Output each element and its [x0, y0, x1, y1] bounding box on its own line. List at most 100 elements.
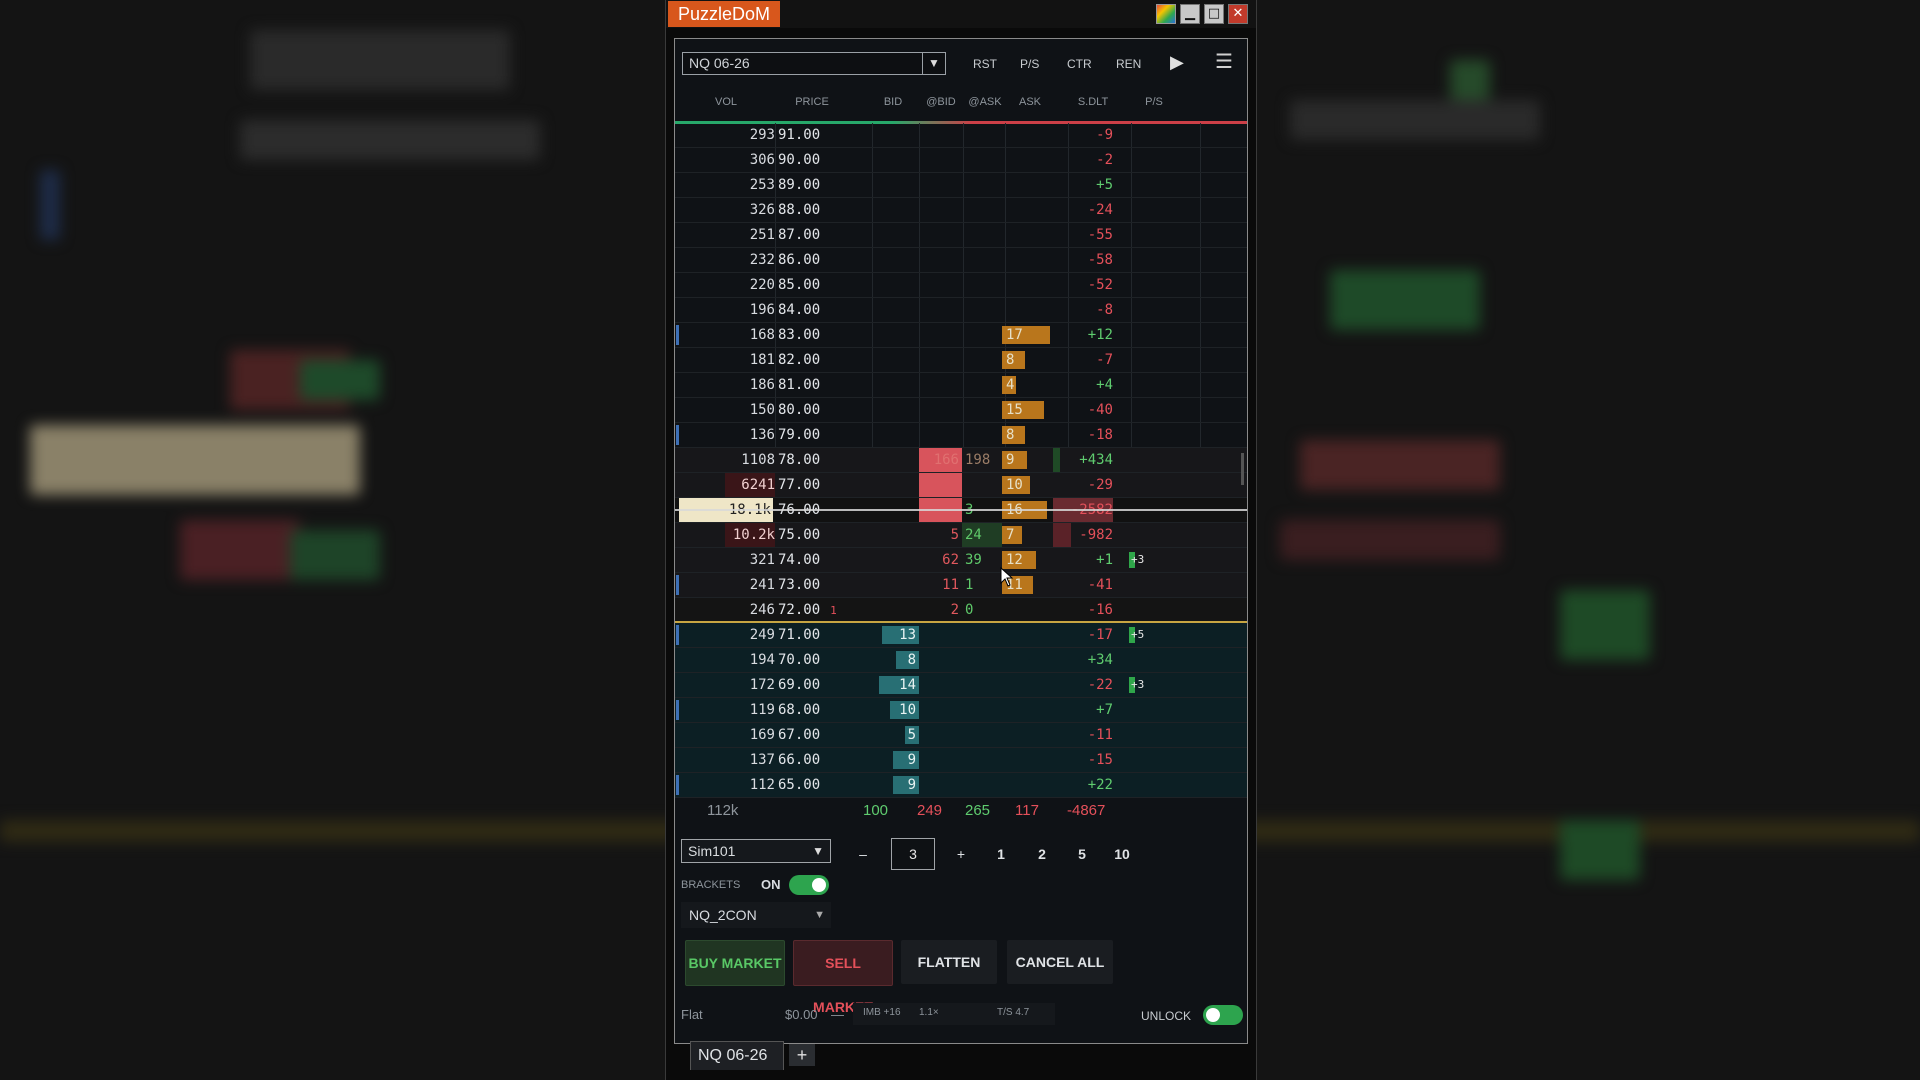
price-cell[interactable]: 72.00 1 [778, 598, 838, 622]
ladder-row[interactable]: 186 81.00 4 +4 [675, 373, 1247, 398]
price-cell[interactable]: 77.00 [778, 473, 838, 497]
bid-cell[interactable] [873, 448, 919, 472]
ladder-row[interactable]: 251 87.00 -55 [675, 223, 1247, 248]
header-ask[interactable]: ASK [1005, 94, 1055, 110]
bid-cell[interactable] [873, 248, 919, 272]
bid-cell[interactable] [873, 523, 919, 547]
instrument-selector[interactable]: NQ 06-26 ▼ [682, 52, 946, 75]
ren-button[interactable]: REN [1116, 56, 1141, 72]
bid-cell[interactable] [873, 373, 919, 397]
strategy-selector[interactable]: NQ_2CON ▼ [681, 902, 831, 928]
ladder-row[interactable]: 249 71.00 13 -17 +5 [675, 623, 1247, 648]
header-sdlt[interactable]: S.DLT [1063, 94, 1123, 110]
add-tab-button[interactable]: + [789, 1044, 815, 1066]
price-cell[interactable]: 83.00 [778, 323, 838, 347]
qty-preset-1[interactable]: 1 [991, 839, 1011, 869]
ladder-row[interactable]: 1108 78.00 166 198 9 +434 [675, 448, 1247, 473]
price-cell[interactable]: 89.00 [778, 173, 838, 197]
bid-cell[interactable] [873, 598, 919, 622]
ladder-row[interactable]: 241 73.00 11 1 11 -41 [675, 573, 1247, 598]
menu-icon[interactable]: ☰ [1215, 51, 1233, 73]
ladder-row[interactable]: 326 88.00 -24 [675, 198, 1247, 223]
title-bar[interactable]: PuzzleDoM ▁ □ ✕ [666, 0, 1256, 28]
bid-cell[interactable] [873, 173, 919, 197]
qty-preset-5[interactable]: 5 [1072, 839, 1092, 869]
account-selector[interactable]: Sim101 ▼ [681, 839, 831, 863]
price-cell[interactable]: 65.00 [778, 773, 838, 797]
qty-preset-10[interactable]: 10 [1107, 839, 1137, 869]
ladder-row[interactable]: 6241 77.00 10 -29 [675, 473, 1247, 498]
bid-cell[interactable]: 8 [873, 648, 919, 672]
chevron-down-icon[interactable]: ▼ [812, 840, 824, 862]
price-cell[interactable]: 75.00 [778, 523, 838, 547]
ctr-button[interactable]: CTR [1067, 56, 1092, 72]
quantity-input[interactable]: 3 [891, 838, 935, 870]
ladder-row[interactable]: 137 66.00 9 -15 [675, 748, 1247, 773]
ladder-row[interactable]: 169 67.00 5 -11 [675, 723, 1247, 748]
bid-cell[interactable] [873, 298, 919, 322]
bid-cell[interactable] [873, 548, 919, 572]
price-cell[interactable]: 78.00 [778, 448, 838, 472]
bid-cell[interactable]: 13 [873, 623, 919, 647]
price-cell[interactable]: 84.00 [778, 298, 838, 322]
bid-cell[interactable]: 14 [873, 673, 919, 697]
bid-cell[interactable]: 9 [873, 748, 919, 772]
header-vol[interactable]: VOL [705, 94, 747, 110]
price-cell[interactable]: 66.00 [778, 748, 838, 772]
bid-cell[interactable] [873, 398, 919, 422]
ladder-row[interactable]: 181 82.00 8 -7 [675, 348, 1247, 373]
bid-cell[interactable] [873, 573, 919, 597]
price-cell[interactable]: 85.00 [778, 273, 838, 297]
ladder-row[interactable]: 10.2k 75.00 5 24 7 -982 [675, 523, 1247, 548]
header-ps[interactable]: P/S [1139, 94, 1169, 110]
ladder-row[interactable]: 150 80.00 15 -40 [675, 398, 1247, 423]
price-ladder[interactable]: 293 91.00 -9 306 90.00 -2 253 89.00 +5 326 88.00 -2… [675, 123, 1247, 798]
ladder-row[interactable]: 306 90.00 -2 [675, 148, 1247, 173]
chevron-down-icon[interactable]: ▼ [922, 53, 945, 74]
ladder-row[interactable]: 246 72.00 1 2 0 -16 [675, 598, 1247, 623]
price-cell[interactable]: 87.00 [778, 223, 838, 247]
price-cell[interactable]: 81.00 [778, 373, 838, 397]
price-cell[interactable]: 79.00 [778, 423, 838, 447]
ladder-row[interactable]: 168 83.00 17 +12 [675, 323, 1247, 348]
qty-preset-2[interactable]: 2 [1032, 839, 1052, 869]
ladder-row[interactable]: 321 74.00 62 39 12 +1 +3 [675, 548, 1247, 573]
ladder-row[interactable]: 220 85.00 -52 [675, 273, 1247, 298]
price-cell[interactable]: 86.00 [778, 248, 838, 272]
cancel-all-button[interactable]: CANCEL ALL [1007, 940, 1113, 984]
price-cell[interactable]: 70.00 [778, 648, 838, 672]
ps-button[interactable]: P/S [1020, 56, 1039, 72]
price-cell[interactable]: 80.00 [778, 398, 838, 422]
price-cell[interactable]: 73.00 [778, 573, 838, 597]
bid-cell[interactable] [873, 423, 919, 447]
price-cell[interactable]: 74.00 [778, 548, 838, 572]
bid-cell[interactable]: 9 [873, 773, 919, 797]
play-icon[interactable]: ▶ [1170, 52, 1184, 72]
ladder-row[interactable]: 112 65.00 9 +22 [675, 773, 1247, 798]
buy-market-button[interactable]: BUY MARKET [685, 940, 785, 986]
minimize-button[interactable]: ▁ [1180, 4, 1200, 24]
header-bid[interactable]: BID [871, 94, 915, 110]
bid-cell[interactable] [873, 473, 919, 497]
price-cell[interactable]: 88.00 [778, 198, 838, 222]
bid-cell[interactable] [873, 198, 919, 222]
bid-cell[interactable] [873, 123, 919, 147]
ladder-row[interactable]: 172 69.00 14 -22 +3 [675, 673, 1247, 698]
price-cell[interactable]: 82.00 [778, 348, 838, 372]
ladder-row[interactable]: 136 79.00 8 -18 [675, 423, 1247, 448]
bid-cell[interactable] [873, 148, 919, 172]
qty-minus-button[interactable]: – [851, 839, 875, 869]
header-at-ask[interactable]: @ASK [963, 94, 1007, 110]
price-cell[interactable]: 68.00 [778, 698, 838, 722]
bid-cell[interactable]: 5 [873, 723, 919, 747]
ladder-row[interactable]: 232 86.00 -58 [675, 248, 1247, 273]
qty-plus-button[interactable]: + [949, 839, 973, 869]
scrollbar-thumb[interactable] [1241, 453, 1244, 485]
bid-cell[interactable] [873, 273, 919, 297]
ladder-row[interactable]: 194 70.00 8 +34 [675, 648, 1247, 673]
sell-market-button[interactable]: SELL MARKET [793, 940, 893, 1015]
header-price[interactable]: PRICE [787, 94, 837, 110]
price-cell[interactable]: 69.00 [778, 673, 838, 697]
brackets-toggle[interactable] [789, 875, 829, 895]
price-cell[interactable]: 67.00 [778, 723, 838, 747]
